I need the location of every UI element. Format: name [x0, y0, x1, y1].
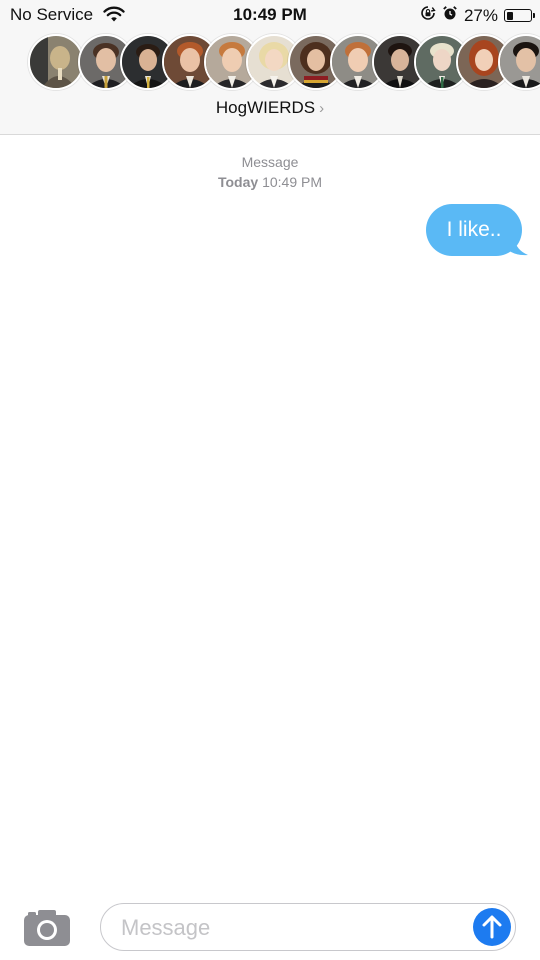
message-bubble[interactable]: I like..	[426, 204, 528, 256]
alarm-icon	[442, 5, 458, 26]
message-input[interactable]: Message	[100, 903, 516, 951]
status-bar: No Service 10:49 PM 27%	[0, 0, 540, 30]
chevron-right-icon: ›	[319, 100, 325, 117]
group-name: HogWIERDS	[215, 98, 316, 117]
time-label: 10:49 PM	[262, 174, 323, 190]
orientation-lock-icon	[420, 5, 436, 26]
group-avatars[interactable]	[28, 34, 540, 94]
date-label: Today	[217, 174, 259, 190]
battery-icon	[504, 9, 535, 22]
bubble-tail-icon	[508, 238, 528, 256]
avatar[interactable]	[498, 34, 540, 90]
message-timestamp: Message Today 10:49 PM	[0, 152, 540, 192]
outgoing-message[interactable]: I like..	[426, 204, 528, 256]
conversation-header[interactable]: HogWIERDS ›	[0, 30, 540, 135]
camera-icon	[24, 910, 70, 946]
battery-percent: 27%	[463, 5, 498, 25]
avatar[interactable]	[28, 34, 84, 90]
send-button[interactable]	[473, 908, 511, 946]
group-name-button[interactable]: HogWIERDS ›	[0, 98, 540, 118]
message-placeholder: Message	[121, 915, 211, 940]
send-arrow-icon	[482, 915, 502, 939]
camera-button[interactable]	[24, 910, 70, 946]
service-label: Message	[241, 154, 299, 170]
message-text: I like..	[446, 218, 502, 241]
messages-screen: No Service 10:49 PM 27% HogWIERDS › Mess…	[0, 0, 540, 960]
status-right: 27%	[420, 5, 535, 26]
date-time-label: Today 10:49 PM	[0, 172, 540, 192]
battery-fill	[506, 11, 513, 20]
